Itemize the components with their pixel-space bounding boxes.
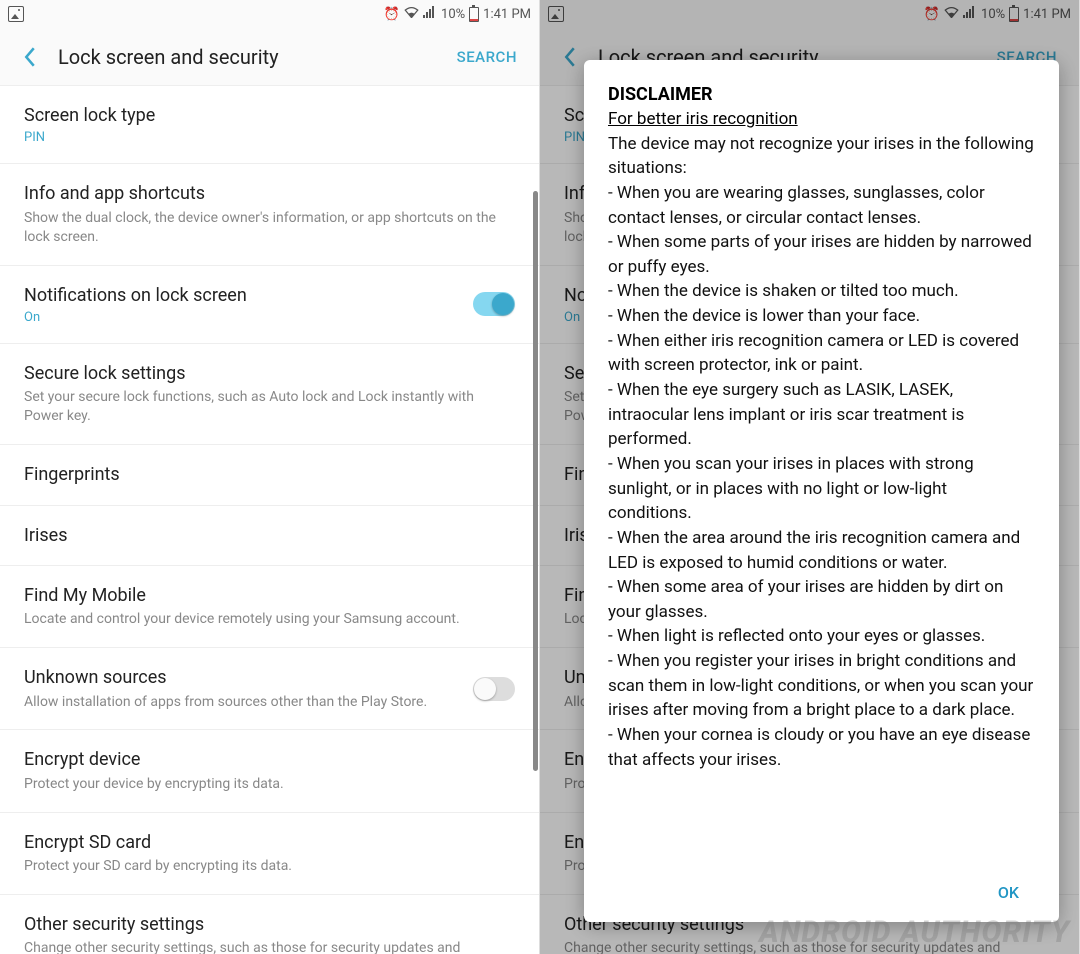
setting-find_mobile[interactable]: Find My Mobile Locate and control your de… [0,566,539,648]
setting-title: Encrypt SD card [24,831,515,854]
dialog-subtitle: For better iris recognition [608,107,1035,132]
time: 1:41 PM [483,7,531,22]
disclaimer-dialog: DISCLAIMER For better iris recognition T… [584,60,1059,922]
dialog-title: DISCLAIMER [608,84,1035,105]
picture-indicator-icon [8,6,24,22]
setting-description: Show the dual clock, the device owner's … [24,209,515,247]
status-bar: ⏰ 10% 1:41 PM [0,0,539,28]
battery-pct: 10% [441,7,465,22]
dialog-bullet: - When light is reflected onto your eyes… [608,624,1035,649]
setting-info_shortcuts[interactable]: Info and app shortcuts Show the dual cloc… [0,164,539,265]
dialog-bullet: - When the eye surgery such as LASIK, LA… [608,378,1035,452]
setting-title: Encrypt device [24,748,515,771]
alarm-icon: ⏰ [384,7,400,22]
setting-description: Locate and control your device remotely … [24,610,515,629]
dialog-bullet: - When some parts of your irises are hid… [608,230,1035,279]
signal-icon [423,6,437,22]
dialog-bullet: - When the area around the iris recognit… [608,526,1035,575]
setting-screen_lock[interactable]: Screen lock type PIN [0,86,539,164]
setting-description: Set your secure lock functions, such as … [24,388,515,426]
dialog-bullet: - When the device is shaken or tilted to… [608,279,1035,304]
setting-description: Protect your device by encrypting its da… [24,775,515,794]
setting-encrypt_sd[interactable]: Encrypt SD card Protect your SD card by e… [0,813,539,895]
toggle-switch[interactable] [473,292,515,316]
dialog-ok-button[interactable]: OK [982,875,1035,910]
setting-irises[interactable]: Irises [0,506,539,566]
dialog-bullet: - When you scan your irises in places wi… [608,452,1035,526]
dialog-bullet: - When either iris recognition camera or… [608,329,1035,378]
search-action[interactable]: SEARCH [445,40,529,74]
setting-title: Find My Mobile [24,584,515,607]
screen-left: ⏰ 10% 1:41 PM Lock screen and security S… [0,0,540,954]
setting-description: Allow installation of apps from sources … [24,693,461,712]
dialog-bullet: - When you register your irises in brigh… [608,649,1035,723]
setting-fingerprints[interactable]: Fingerprints [0,445,539,505]
back-button[interactable] [10,37,50,77]
setting-value: PIN [24,130,515,145]
setting-title: Secure lock settings [24,362,515,385]
content-scroll[interactable]: Screen lock type PIN Info and app shortcut… [0,86,539,954]
setting-title: Unknown sources [24,666,461,689]
setting-value: On [24,310,461,325]
dialog-bullet: - When you are wearing glasses, sunglass… [608,181,1035,230]
setting-title: Info and app shortcuts [24,182,515,205]
battery-icon [469,7,479,22]
scrollbar[interactable] [533,191,538,771]
toggle-switch[interactable] [473,677,515,701]
setting-secure_lock[interactable]: Secure lock settings Set your secure lock… [0,344,539,445]
setting-notifications[interactable]: Notifications on lock screen On [0,266,539,344]
setting-description: Change other security settings, such as … [24,939,515,954]
setting-title: Other security settings [24,913,515,936]
setting-unknown_sources[interactable]: Unknown sources Allow installation of app… [0,648,539,730]
screen-right: ⏰ 10% 1:41 PM Lock screen and security S… [540,0,1080,954]
dialog-body: For better iris recognition The device m… [608,107,1035,865]
header: Lock screen and security SEARCH [0,28,539,86]
setting-encrypt_device[interactable]: Encrypt device Protect your device by enc… [0,730,539,812]
dialog-bullet: - When the device is lower than your fac… [608,304,1035,329]
wifi-icon [404,6,419,22]
setting-title: Notifications on lock screen [24,284,461,307]
setting-description: Protect your SD card by encrypting its d… [24,857,515,876]
setting-title: Fingerprints [24,463,515,486]
setting-title: Irises [24,524,515,547]
dialog-intro: The device may not recognize your irises… [608,132,1035,181]
setting-other[interactable]: Other security settings Change other secu… [0,895,539,954]
dialog-bullet: - When some area of your irises are hidd… [608,575,1035,624]
page-title: Lock screen and security [50,45,445,69]
dialog-bullet: - When your cornea is cloudy or you have… [608,723,1035,772]
setting-title: Screen lock type [24,104,515,127]
